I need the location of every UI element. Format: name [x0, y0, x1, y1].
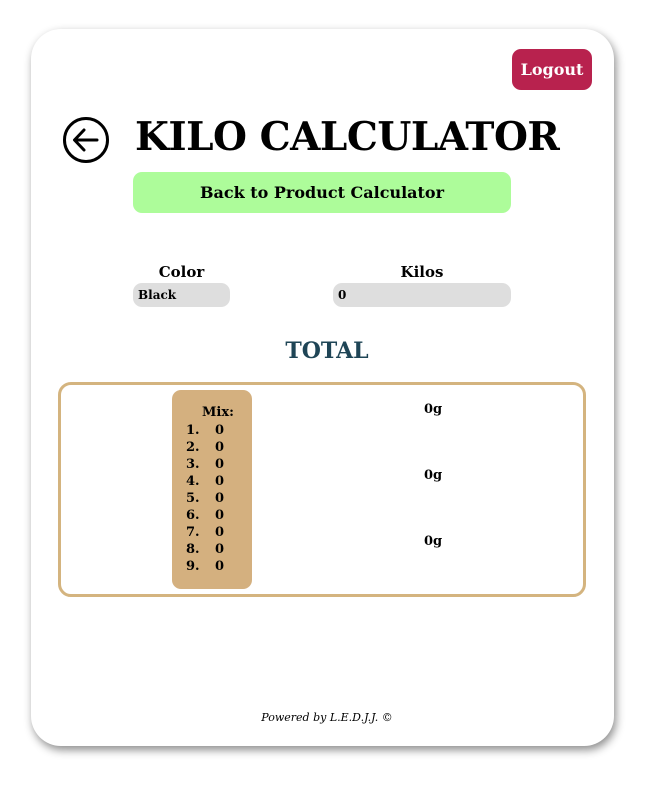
- color-label: Color: [158, 263, 205, 281]
- gram-value: 0g: [424, 534, 443, 549]
- mix-list: 1. 0 2. 0 3. 0 4. 0 5. 0 6. 0 7. 0 8. 0 9. 0: [186, 423, 224, 576]
- mix-item: 3. 0: [186, 457, 225, 472]
- color-select[interactable]: Black: [133, 283, 230, 307]
- total-heading: TOTAL: [285, 338, 369, 364]
- back-arrow-icon[interactable]: [62, 116, 110, 164]
- logout-button[interactable]: Logout: [512, 49, 592, 90]
- gram-value: 0g: [424, 402, 443, 417]
- mix-item: 5. 0: [186, 491, 225, 506]
- mix-item: 8. 0: [186, 542, 225, 557]
- gram-value: 0g: [424, 468, 443, 483]
- mix-item: 2. 0: [186, 440, 225, 455]
- mix-item: 4. 0: [186, 474, 225, 489]
- mix-panel: Mix: 1. 0 2. 0 3. 0 4. 0 5. 0 6. 0 7. 0 8. 0 9. 0: [172, 390, 252, 589]
- kilos-input[interactable]: 0: [333, 283, 511, 307]
- mix-item: 6. 0: [186, 508, 225, 523]
- mix-item: 9. 0: [186, 559, 225, 574]
- back-to-product-calculator-button[interactable]: Back to Product Calculator: [133, 172, 511, 213]
- mix-item: 7. 0: [186, 525, 225, 540]
- mix-item: 1. 0: [186, 423, 225, 438]
- result-box: [58, 382, 586, 597]
- mix-title: Mix:: [202, 405, 234, 420]
- footer-credit: Powered by L.E.D.J.J. ©: [261, 711, 393, 724]
- kilos-label: Kilos: [400, 263, 444, 281]
- page-title: KILO CALCULATOR: [135, 114, 560, 160]
